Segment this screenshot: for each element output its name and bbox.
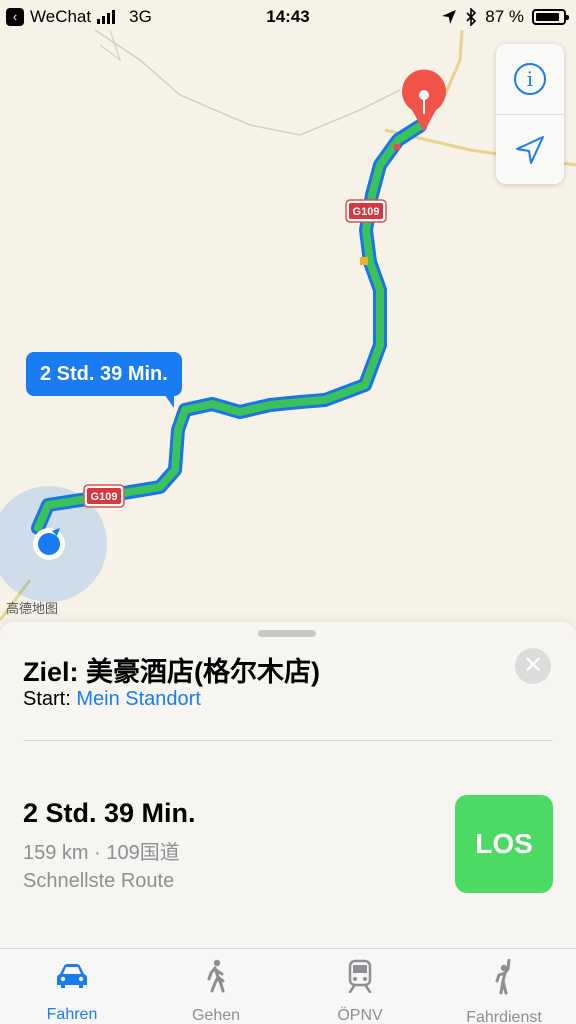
battery-icon	[532, 9, 569, 25]
bluetooth-icon	[466, 8, 477, 26]
car-icon	[57, 963, 87, 988]
divider	[23, 740, 553, 741]
tab-transit[interactable]: ÖPNV	[288, 949, 432, 1024]
info-button[interactable]: i	[496, 44, 564, 114]
tab-ride[interactable]: Fahrdienst	[432, 949, 576, 1024]
train-icon	[348, 959, 372, 993]
transport-tab-bar: Fahren Gehen ÖPNV Fahrdienst	[0, 948, 576, 1024]
start-prefix: Start:	[23, 688, 77, 710]
minor-road	[94, 29, 401, 136]
traffic-segment	[360, 257, 368, 265]
map-credit: 高德地图	[6, 601, 59, 616]
info-icon: i	[514, 63, 546, 95]
start-location-link[interactable]: Mein Standort	[76, 688, 201, 710]
directions-sheet: Ziel: 美豪酒店(格尔木店) Start: Mein Standort ✕ …	[0, 622, 576, 948]
location-arrow-icon	[516, 135, 544, 164]
battery-percent: 87 %	[485, 7, 524, 26]
route-distance: 159 km · 109国道	[23, 842, 180, 864]
tab-label: Fahren	[46, 1006, 98, 1023]
tab-drive[interactable]: Fahren	[0, 949, 144, 1024]
destination-title: Ziel: 美豪酒店(格尔木店)	[23, 657, 320, 687]
route-line	[34, 122, 424, 532]
destination-pin-icon	[402, 69, 447, 132]
go-button[interactable]: LOS	[455, 795, 553, 893]
eta-callout[interactable]: 2 Std. 39 Min.	[26, 352, 182, 408]
svg-text:G109: G109	[353, 206, 380, 218]
tab-label: Gehen	[191, 1007, 241, 1024]
road-shield-g109-lower: G109	[83, 484, 125, 508]
location-services-icon	[442, 10, 457, 24]
locate-button[interactable]	[496, 114, 564, 184]
route-outline	[31, 119, 427, 535]
start-line: Start: Mein Standort	[23, 688, 201, 711]
road-shield-g109-upper: G109	[345, 199, 387, 223]
map-view[interactable]: G109 G109 高德地图 2 Std. 39 Min. i	[0, 0, 576, 640]
traffic-segment	[394, 144, 400, 150]
close-button[interactable]: ✕	[515, 648, 551, 684]
walk-icon	[207, 959, 225, 993]
svg-text:G109: G109	[91, 491, 118, 503]
hail-icon	[495, 959, 511, 995]
current-location-icon	[33, 528, 65, 560]
route-description: Schnellste Route	[23, 870, 175, 892]
tab-label: ÖPNV	[337, 1007, 383, 1024]
map-canvas: G109 G109	[0, 29, 576, 621]
tab-label: Fahrdienst	[466, 1009, 542, 1024]
tab-walk[interactable]: Gehen	[144, 949, 288, 1024]
status-bar: ‹ WeChat 3G 14:43 87 %	[0, 0, 576, 34]
sheet-grabber[interactable]	[258, 630, 316, 637]
map-controls: i	[496, 44, 564, 184]
route-duration[interactable]: 2 Std. 39 Min.	[23, 798, 196, 829]
